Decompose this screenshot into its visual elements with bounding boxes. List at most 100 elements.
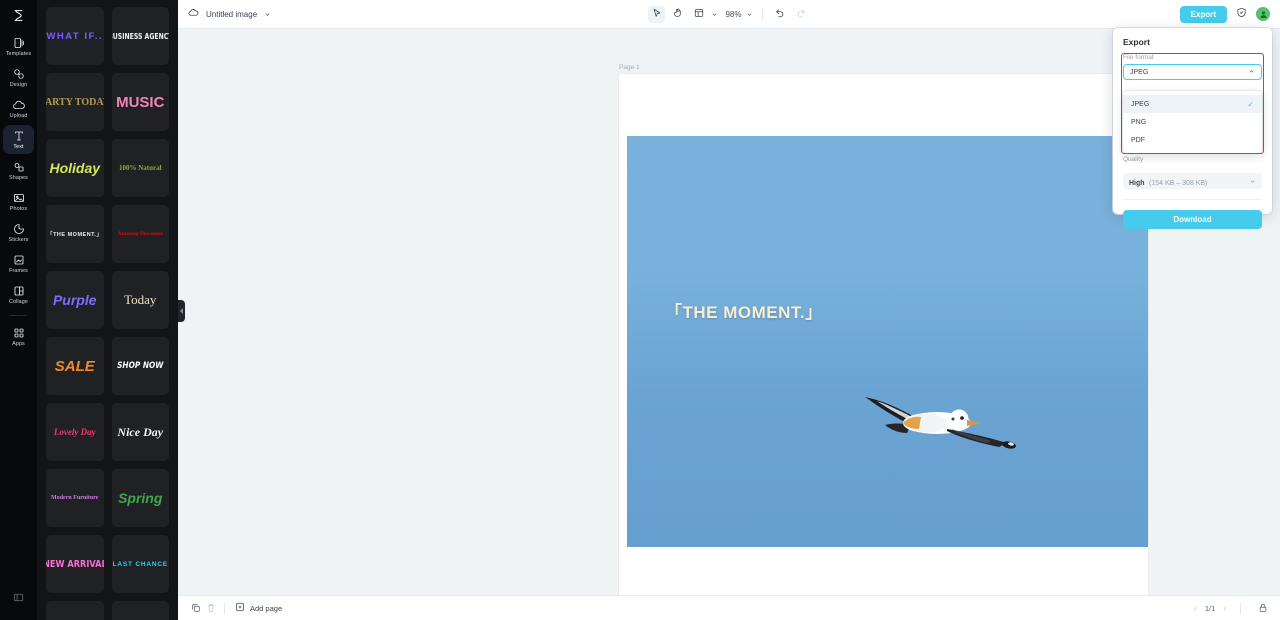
sidebar-item-collage[interactable]: Collage: [3, 280, 34, 309]
panel-collapse-handle[interactable]: [178, 300, 185, 322]
page-label: Page 1: [619, 64, 640, 71]
next-page-button[interactable]: ›: [1223, 604, 1226, 613]
text-template-card[interactable]: 100% Natural: [111, 139, 169, 197]
sidebar-item-label: Photos: [9, 206, 28, 212]
undo-icon: [775, 5, 785, 23]
text-template-label: NEW ARRIVAL: [46, 558, 104, 570]
bottom-divider: [224, 602, 225, 614]
shield-check-icon[interactable]: [1236, 5, 1247, 23]
sidebar-item-upload[interactable]: Upload: [3, 94, 34, 123]
photo-editor-app: Templates Design Upload Text Shapes Photos Sti…: [0, 0, 1280, 620]
app-logo[interactable]: [0, 0, 37, 30]
text-template-label: PARTY TODAY: [46, 96, 104, 108]
sidebar-item-label: Design: [9, 82, 28, 88]
undo-button[interactable]: [772, 6, 789, 23]
seagull-graphic: [865, 397, 1016, 449]
file-format-value: JPEG: [1130, 68, 1149, 76]
file-format-dropdown: JPEG ✓ PNG PDF: [1123, 91, 1262, 153]
cursor-icon: [652, 5, 662, 23]
left-rail: Templates Design Upload Text Shapes Photos Sti…: [0, 0, 37, 620]
text-template-card[interactable]: Holiday: [46, 139, 104, 197]
text-template-card[interactable]: WHAT IF..: [46, 7, 104, 65]
cloud-save-icon[interactable]: [188, 5, 199, 23]
panel-toggle-button[interactable]: [3, 583, 34, 612]
text-template-card[interactable]: Nice Day: [111, 403, 169, 461]
text-template-label: LAST CHANCE: [112, 560, 168, 568]
text-template-card[interactable]: Spring: [111, 469, 169, 527]
canvas-photo-text[interactable]: 「THE MOMENT.」: [665, 298, 823, 323]
quality-value: High: [1129, 180, 1145, 187]
templates-icon: [13, 35, 25, 50]
page-tool-button[interactable]: [690, 6, 707, 23]
text-template-label: 100% Natural: [118, 164, 162, 172]
redo-button[interactable]: [793, 6, 810, 23]
text-template-card[interactable]: NEW ARRIVAL: [46, 535, 104, 593]
quality-select[interactable]: High (154 KB – 308 KB): [1123, 173, 1262, 189]
page-nav: ‹ 1/1 ›: [1194, 601, 1270, 616]
text-template-label: Lovely Day: [53, 427, 96, 437]
text-template-card[interactable]: Purple: [46, 271, 104, 329]
sidebar-item-label: Upload: [9, 113, 28, 119]
page-indicator: 1/1: [1204, 603, 1216, 613]
text-template-card[interactable]: LAST CHANCE: [111, 535, 169, 593]
sidebar-item-stickers[interactable]: Stickers: [3, 218, 34, 247]
sidebar-item-design[interactable]: Design: [3, 63, 34, 92]
export-panel: Export File format JPEG JPEG ✓ PNG PDF Qual…: [1113, 28, 1272, 229]
sidebar-item-apps[interactable]: Apps: [3, 322, 34, 351]
sidebar-item-label: Stickers: [8, 237, 29, 243]
chevron-down-icon: [1249, 172, 1256, 190]
text-template-card[interactable]: MUSIC: [111, 73, 169, 131]
zoom-level: 98%: [725, 9, 742, 19]
text-template-card[interactable]: Today: [111, 271, 169, 329]
document-title[interactable]: Untitled image: [206, 10, 257, 19]
hand-tool-button[interactable]: [669, 6, 686, 23]
text-icon: [13, 128, 25, 143]
text-template-card[interactable]: Lovely Day: [46, 403, 104, 461]
sidebar-item-shapes[interactable]: Shapes: [3, 156, 34, 185]
format-option-jpeg[interactable]: JPEG ✓: [1123, 95, 1262, 113]
zoom-caret-icon[interactable]: [746, 5, 753, 23]
text-template-card[interactable]: SHOP NOW: [111, 337, 169, 395]
format-option-pdf[interactable]: PDF: [1123, 131, 1262, 149]
page-caret-icon[interactable]: [711, 5, 718, 23]
text-template-card[interactable]: BUSINESS AGENCY: [111, 7, 169, 65]
sidebar-item-text[interactable]: Text: [3, 125, 34, 154]
toolbar-divider: [761, 8, 763, 20]
bottom-divider-2: [1240, 602, 1241, 614]
text-template-label: Nice Day: [117, 424, 164, 439]
text-template-card[interactable]: PARTY TODAY: [46, 73, 104, 131]
sidebar-item-label: Collage: [9, 299, 28, 305]
check-icon: ✓: [1247, 99, 1254, 109]
quality-size: (154 KB – 308 KB): [1149, 180, 1208, 187]
select-tool-button[interactable]: [648, 5, 666, 23]
user-avatar[interactable]: [1256, 7, 1270, 21]
download-button[interactable]: Download: [1123, 210, 1262, 229]
duplicate-icon[interactable]: [188, 601, 203, 616]
toolbar-right: Export: [1179, 5, 1280, 23]
text-template-label: Today: [124, 292, 157, 307]
canvas-page[interactable]: 「THE MOMENT.」: [619, 74, 1148, 595]
add-page-button[interactable]: Add page: [235, 602, 282, 614]
text-template-card[interactable]: Amazing Discounts: [111, 205, 169, 263]
chevron-down-icon[interactable]: [264, 5, 271, 23]
file-format-select[interactable]: JPEG: [1123, 64, 1262, 80]
text-template-card[interactable]: Foodie: [46, 601, 104, 620]
text-template-card[interactable]: SALE: [111, 601, 169, 620]
bottom-bar: Add page ‹ 1/1 ›: [178, 595, 1280, 620]
add-page-label: Add page: [250, 603, 283, 613]
canvas-photo-seagull-sky[interactable]: 「THE MOMENT.」: [627, 136, 1148, 547]
sidebar-item-frames[interactable]: Frames: [3, 249, 34, 278]
format-option-png[interactable]: PNG: [1123, 113, 1262, 131]
shapes-icon: [13, 159, 25, 174]
lock-icon[interactable]: [1255, 601, 1270, 616]
sidebar-item-templates[interactable]: Templates: [3, 32, 34, 61]
redo-icon: [796, 5, 806, 23]
text-template-card[interactable]: 「THE MOMENT.」: [46, 205, 104, 263]
export-button[interactable]: Export: [1179, 5, 1227, 23]
prev-page-button[interactable]: ‹: [1194, 604, 1197, 613]
text-template-grid: WHAT IF.. BUSINESS AGENCY PARTY TODAY MUSIC…: [37, 0, 178, 620]
text-template-card[interactable]: Modern Furniture: [46, 469, 104, 527]
sidebar-item-photos[interactable]: Photos: [3, 187, 34, 216]
trash-icon[interactable]: [203, 601, 218, 616]
text-template-card[interactable]: SALE: [46, 337, 104, 395]
